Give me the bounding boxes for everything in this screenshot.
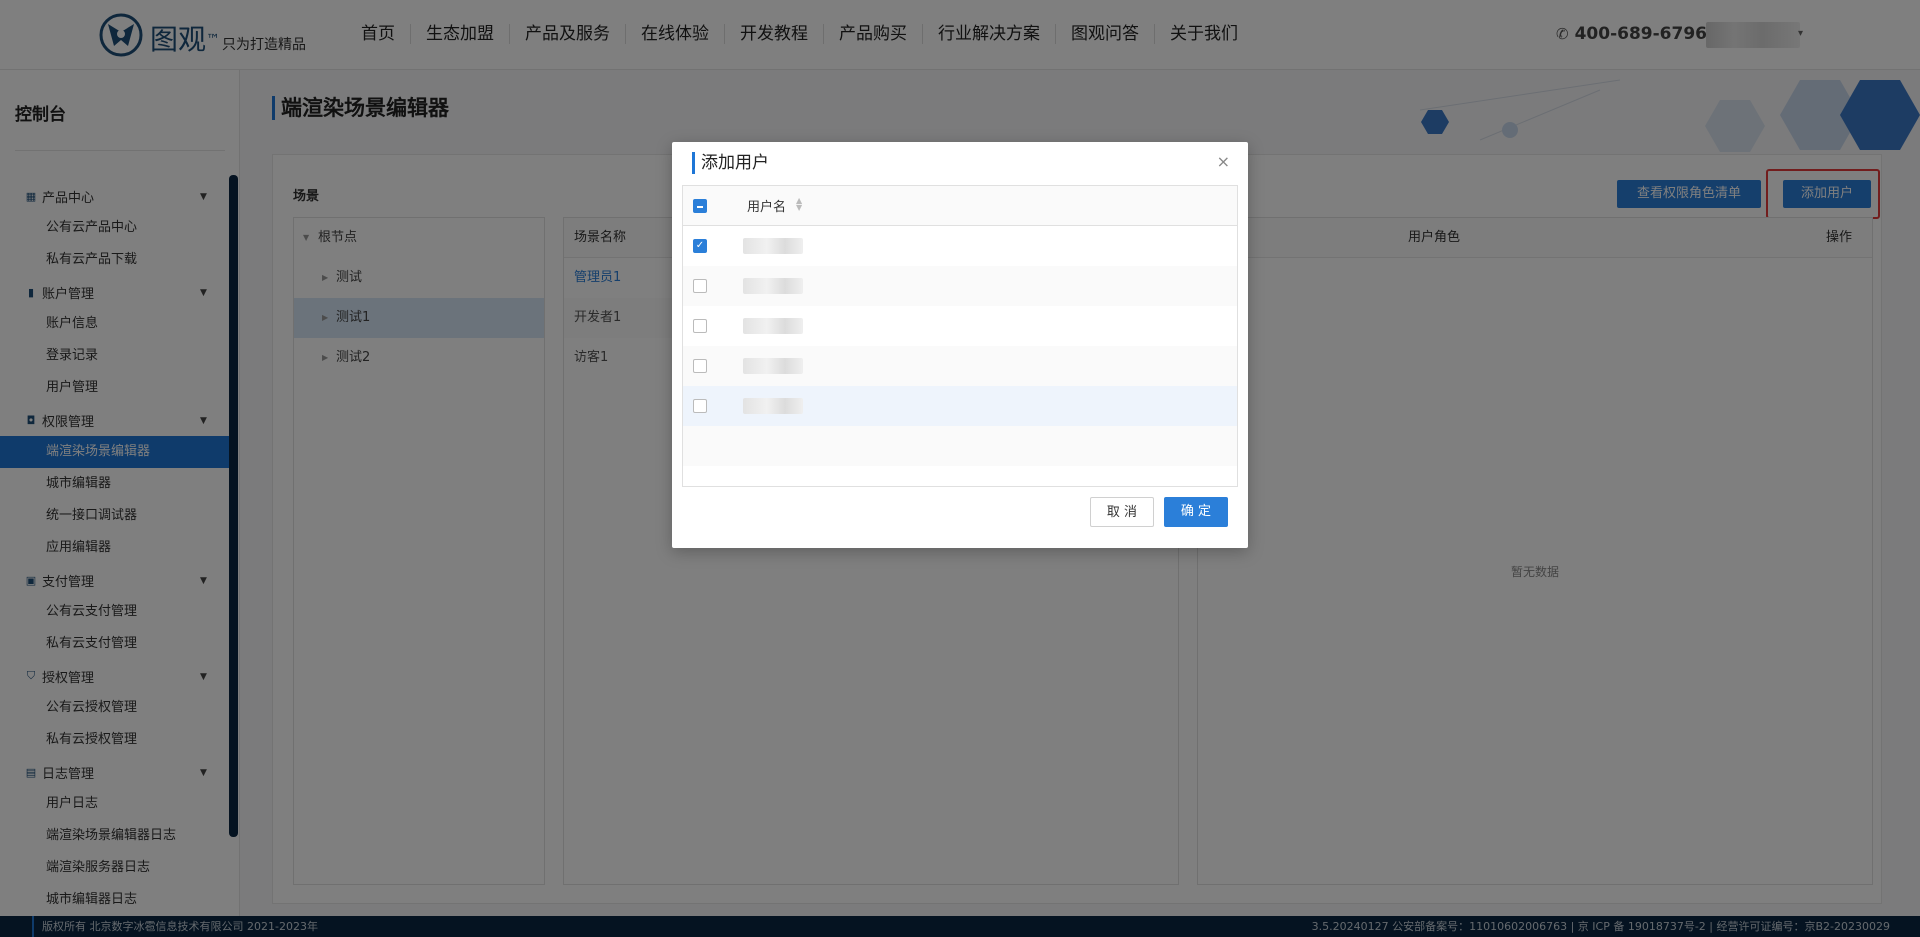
row-checkbox[interactable]: [693, 399, 707, 413]
table-header: 用户名 ▲ ▼: [683, 186, 1237, 226]
table-row[interactable]: [683, 266, 1237, 306]
row-checkbox-checked[interactable]: ✓: [693, 239, 707, 253]
add-user-dialog: 添加用户 × 用户名 ▲ ▼ ✓ 取 消 确 定: [672, 142, 1248, 548]
cancel-button[interactable]: 取 消: [1090, 497, 1154, 527]
table-row[interactable]: [683, 386, 1237, 426]
username-redacted: [743, 238, 803, 254]
username-redacted: [743, 318, 803, 334]
table-row[interactable]: ✓: [683, 226, 1237, 266]
close-icon[interactable]: ×: [1217, 152, 1230, 171]
row-checkbox[interactable]: [693, 279, 707, 293]
select-all-checkbox[interactable]: [693, 199, 707, 213]
row-checkbox[interactable]: [693, 319, 707, 333]
dialog-title: 添加用户: [692, 152, 769, 174]
table-row[interactable]: [683, 346, 1237, 386]
sort-icon[interactable]: ▲ ▼: [796, 197, 802, 212]
confirm-button[interactable]: 确 定: [1164, 497, 1228, 527]
table-body: ✓: [683, 226, 1237, 466]
username-redacted: [743, 358, 803, 374]
username-redacted: [743, 398, 803, 414]
row-checkbox[interactable]: [693, 359, 707, 373]
column-header-username: 用户名: [747, 200, 787, 215]
table-row-empty: [683, 426, 1237, 466]
username-redacted: [743, 278, 803, 294]
user-select-table: 用户名 ▲ ▼ ✓: [682, 185, 1238, 487]
table-row[interactable]: [683, 306, 1237, 346]
